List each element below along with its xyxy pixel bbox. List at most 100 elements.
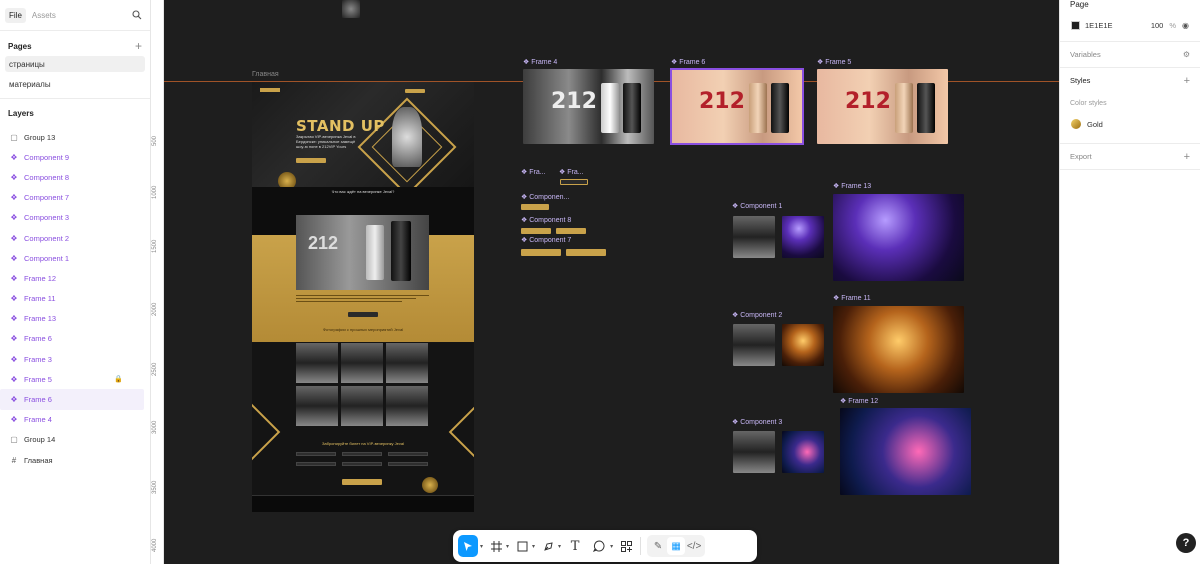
layer-item[interactable]: ❖ Frame 13: [0, 309, 145, 329]
landing-frame[interactable]: STAND UP Закрытая VIP-вечеринка Jeval в …: [252, 82, 474, 512]
frame-label-frame12[interactable]: ❖ Frame 12: [840, 397, 878, 405]
frame-label-frame5[interactable]: ❖ Frame 5: [817, 58, 851, 66]
bg-opacity-value[interactable]: 100: [1151, 21, 1164, 30]
component-button[interactable]: [521, 204, 549, 210]
form-input-6[interactable]: [388, 462, 428, 466]
comment-tool-icon[interactable]: [590, 535, 608, 557]
page-item-materialy[interactable]: материалы: [5, 76, 145, 92]
fra-button[interactable]: [560, 179, 588, 185]
component7-button-2[interactable]: [566, 249, 606, 256]
form-input-1[interactable]: [296, 452, 336, 456]
page-bg-row[interactable]: 1E1E1E 100 % ◉: [1060, 14, 1200, 36]
comment-tool-caret-icon[interactable]: ▾: [610, 543, 613, 550]
bg-color-value[interactable]: 1E1E1E: [1085, 21, 1151, 30]
move-tool-icon[interactable]: [458, 535, 478, 557]
layer-item[interactable]: ❖ Frame 3: [0, 349, 145, 369]
frame12-label-text: Frame 12: [848, 398, 879, 405]
text-tool-icon[interactable]: T: [566, 535, 584, 557]
frame13-image[interactable]: [833, 194, 964, 281]
component1-image-color[interactable]: [782, 216, 824, 258]
canvas[interactable]: Главная STAND UP Закрытая VIP-вечеринка …: [164, 0, 1059, 564]
layer-item[interactable]: ❖ Component 7: [0, 188, 145, 208]
design-mode-icon[interactable]: ▦: [667, 537, 686, 555]
help-button[interactable]: ?: [1176, 533, 1196, 553]
form-input-3[interactable]: [388, 452, 428, 456]
frame4-thumbnail[interactable]: 212: [523, 69, 654, 144]
frame-label-component8[interactable]: ❖ Component 8: [521, 216, 571, 224]
component2-image-bw[interactable]: [733, 324, 775, 366]
header-button[interactable]: [405, 89, 425, 93]
component1-image-bw[interactable]: [733, 216, 775, 258]
frame-label-componentx[interactable]: ❖ Componen...: [521, 193, 569, 201]
layer-item[interactable]: ▢ Group 14: [0, 430, 145, 450]
actions-tool-icon[interactable]: [618, 535, 634, 557]
dev-mode-icon[interactable]: </>: [685, 537, 703, 555]
eye-icon[interactable]: ◉: [1182, 21, 1189, 30]
frame-label-main[interactable]: Главная: [252, 71, 279, 78]
component3-image-color[interactable]: [782, 431, 824, 473]
frame-label-frame13[interactable]: ❖ Frame 13: [833, 182, 871, 190]
layer-item[interactable]: ▢ Group 13: [0, 127, 145, 147]
frame5-thumbnail[interactable]: 212: [817, 69, 948, 144]
frame-label-frame11[interactable]: ❖ Frame 11: [833, 294, 871, 302]
component2-image-color[interactable]: [782, 324, 824, 366]
frame-label-component7[interactable]: ❖ Component 7: [521, 236, 571, 244]
frame-label-fra1[interactable]: ❖ Fra...: [521, 168, 546, 176]
move-tool-caret-icon[interactable]: ▾: [480, 543, 483, 550]
frame12-image[interactable]: [840, 408, 971, 495]
layer-item[interactable]: ❖ Frame 12: [0, 268, 145, 288]
layer-item[interactable]: ❖ Frame 11: [0, 289, 145, 309]
frame-label-frame4[interactable]: ❖ Frame 4: [523, 58, 557, 66]
layer-item[interactable]: ❖ Component 9: [0, 147, 145, 167]
frame-label-fra2[interactable]: ❖ Fra...: [559, 168, 584, 176]
add-style-icon[interactable]: +: [1184, 75, 1190, 87]
form-input-4[interactable]: [296, 462, 336, 466]
component2-label-text: Component 2: [740, 312, 783, 319]
add-page-icon[interactable]: +: [135, 40, 142, 52]
pen-tool-icon[interactable]: [540, 535, 556, 557]
lock-icon[interactable]: 🔒: [114, 375, 123, 383]
variables-settings-icon[interactable]: ⚙: [1183, 50, 1190, 59]
layer-item[interactable]: ❖ Component 3: [0, 208, 145, 228]
layer-item[interactable]: ❖ Component 2: [0, 228, 145, 248]
component7-button[interactable]: [521, 249, 561, 256]
variables-section[interactable]: Variables ⚙: [1060, 42, 1200, 67]
layer-item[interactable]: ❖ Frame 4: [0, 410, 145, 430]
photo-1: [296, 343, 338, 383]
frame-label-frame6[interactable]: ❖ Frame 6: [671, 58, 705, 66]
form-submit-button[interactable]: [342, 479, 382, 485]
shape-tool-icon[interactable]: [514, 535, 530, 557]
page-item-stranitsy[interactable]: страницы: [5, 56, 145, 72]
layer-item[interactable]: ❖ Frame 6: [0, 329, 145, 349]
form-input-2[interactable]: [342, 452, 382, 456]
layer-item[interactable]: ❖ Component 8: [0, 167, 145, 187]
search-icon[interactable]: [132, 10, 142, 20]
hero-button[interactable]: [296, 158, 326, 163]
frame-label-component1[interactable]: ❖ Component 1: [732, 202, 782, 210]
frame-label-component3[interactable]: ❖ Component 3: [732, 418, 782, 426]
component8-button[interactable]: [521, 228, 551, 234]
frame-label-component2[interactable]: ❖ Component 2: [732, 311, 782, 319]
tab-assets[interactable]: Assets: [28, 8, 60, 23]
ruler-label: 1500: [152, 239, 158, 253]
layer-item[interactable]: ❖ Frame 6: [0, 389, 144, 410]
gold-style-item[interactable]: Gold: [1060, 113, 1200, 135]
component3-image-bw[interactable]: [733, 431, 775, 473]
component8-button-2[interactable]: [556, 228, 586, 234]
layer-item[interactable]: ❖ Frame 5 🔒: [0, 369, 145, 389]
frame-tool-icon[interactable]: [488, 535, 504, 557]
pen-tool-caret-icon[interactable]: ▾: [558, 543, 561, 550]
gold-section-button[interactable]: [348, 312, 378, 317]
draw-mode-icon[interactable]: ✎: [649, 537, 667, 555]
photo-2: [341, 343, 383, 383]
layer-item[interactable]: ❖ Component 1: [0, 248, 145, 268]
layer-item[interactable]: # Главная: [0, 450, 145, 470]
frame-tool-caret-icon[interactable]: ▾: [506, 543, 509, 550]
floating-image[interactable]: [342, 0, 360, 18]
shape-tool-caret-icon[interactable]: ▾: [532, 543, 535, 550]
bg-color-swatch[interactable]: [1071, 20, 1080, 30]
add-export-icon[interactable]: +: [1184, 151, 1190, 163]
tab-file[interactable]: File: [5, 7, 26, 23]
frame11-image[interactable]: [833, 306, 964, 393]
form-input-5[interactable]: [342, 462, 382, 466]
